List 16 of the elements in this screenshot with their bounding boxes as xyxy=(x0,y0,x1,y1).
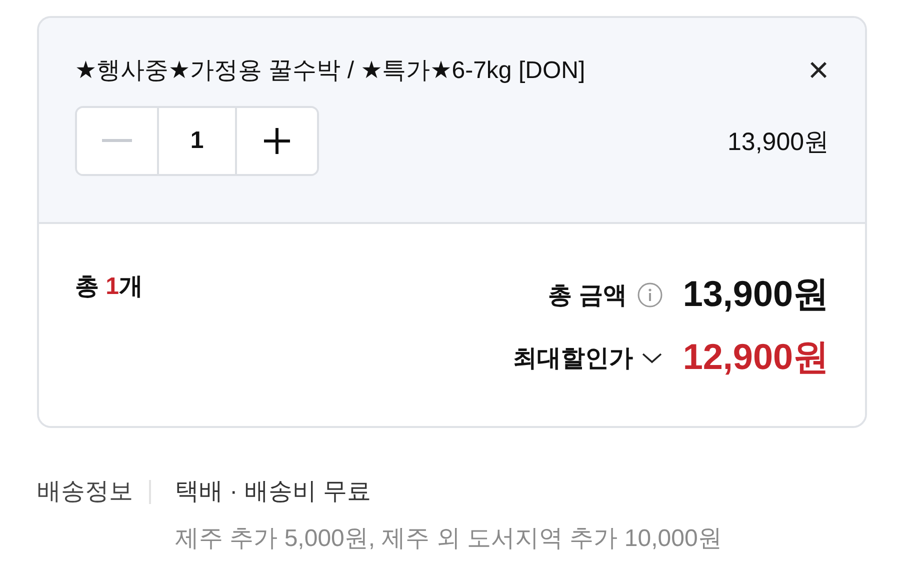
item-price: 13,900원 xyxy=(728,126,829,158)
shipping-method: 택배 · 배송비 무료 xyxy=(175,480,372,504)
total-amount: 13,900원 xyxy=(682,272,829,316)
info-icon[interactable] xyxy=(636,282,663,308)
discount-amount: 12,900원 xyxy=(682,335,829,379)
total-count: 총 1개 xyxy=(75,272,144,302)
discount-toggle[interactable]: 최대할인가 xyxy=(512,342,663,374)
close-button[interactable]: × xyxy=(808,55,829,85)
shipping-note: 제주 추가 5,000원, 제주 외 도서지역 추가 10,000원 xyxy=(175,524,722,554)
product-title: ★행사중★가정용 꿀수박 / ★특가★6-7kg [DON] xyxy=(75,56,586,86)
shipping-label: 배송정보 xyxy=(37,480,151,504)
minus-icon xyxy=(102,139,132,143)
chevron-down-icon xyxy=(640,350,663,364)
total-label: 총 금액 xyxy=(548,280,627,310)
plus-icon xyxy=(264,128,290,154)
quantity-value: 1 xyxy=(189,126,205,156)
